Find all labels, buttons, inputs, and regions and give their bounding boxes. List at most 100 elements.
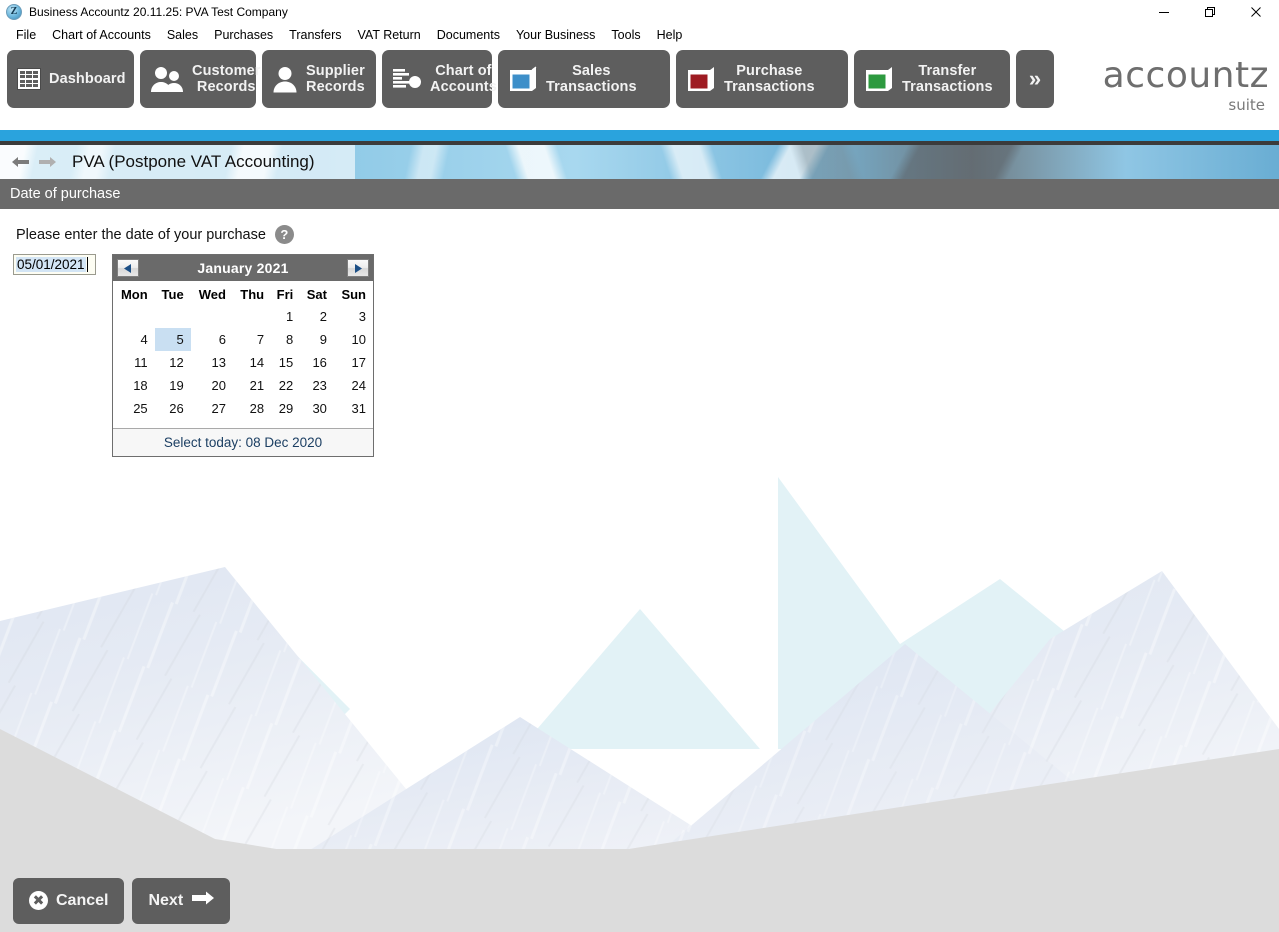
calendar-next-month-button[interactable] — [347, 259, 369, 277]
toolbar-label-customer-records: Customer Records — [192, 62, 261, 95]
calendar-day-cell[interactable]: 4 — [113, 328, 155, 351]
toolbar-button-sales-transactions[interactable]: Sales Transactions — [498, 50, 670, 108]
toolbar-label-dashboard: Dashboard — [49, 70, 126, 87]
prompt-label: Please enter the date of your purchase — [16, 226, 266, 243]
calendar-today-label: Select today: 08 Dec 2020 — [163, 435, 323, 450]
arrow-left-icon[interactable] — [12, 154, 30, 170]
calendar-day-cell-selected[interactable]: 5 — [154, 328, 191, 351]
calendar-day-cell[interactable]: 28 — [233, 397, 271, 420]
calendar-grid: Mon Tue Wed Thu Fri Sat Sun 1 2 3 4 5 6 … — [113, 283, 373, 420]
restore-icon[interactable] — [1187, 0, 1233, 24]
toolbar-label-sales-transactions: Sales Transactions — [546, 62, 637, 95]
menu-item-transfers[interactable]: Transfers — [281, 26, 349, 44]
calendar-day-cell[interactable]: 10 — [334, 328, 373, 351]
calendar-day-cell[interactable]: 22 — [271, 374, 300, 397]
calendar-day-cell[interactable]: 17 — [334, 351, 373, 374]
calendar-week-row: 4 5 6 7 8 9 10 — [113, 328, 373, 351]
calendar-day-cell[interactable]: 27 — [191, 397, 233, 420]
calendar-day-cell[interactable] — [155, 305, 191, 328]
toolbar-button-customer-records[interactable]: Customer Records — [140, 50, 260, 108]
calendar-weekday: Tue — [161, 287, 184, 302]
calendar-prev-month-button[interactable] — [117, 259, 139, 277]
toolbar-button-chart-of-accounts[interactable]: Chart of Accounts — [382, 50, 497, 108]
calendar-week-row: 25 26 27 28 29 30 31 — [113, 397, 373, 420]
calendar-day-cell[interactable]: 19 — [155, 374, 191, 397]
calendar-day-cell[interactable]: 16 — [300, 351, 334, 374]
toolbar-button-supplier-records[interactable]: Supplier Records — [262, 50, 376, 108]
section-title: Date of purchase — [10, 186, 121, 202]
toolbar-label-supplier-records: Supplier Records — [306, 62, 365, 95]
calendar-day-cell[interactable]: 3 — [334, 305, 373, 328]
calendar-day-cell[interactable]: 23 — [300, 374, 334, 397]
logo-wordmark: accountz — [1102, 55, 1269, 96]
calendar-day-cell[interactable]: 30 — [300, 397, 334, 420]
calendar-day-cell[interactable]: 15 — [271, 351, 300, 374]
next-button[interactable]: Next — [132, 877, 231, 924]
question-mark-icon[interactable]: ? — [274, 225, 294, 244]
two-people-icon — [150, 65, 184, 93]
toolbar-button-transfer-transactions[interactable]: Transfer Transactions — [854, 50, 1010, 108]
toolbar-button-purchase-transactions[interactable]: Purchase Transactions — [676, 50, 848, 108]
calendar-day-cell[interactable] — [191, 305, 233, 328]
calendar-today-row[interactable]: Select today: 08 Dec 2020 — [113, 428, 373, 456]
menu-item-help[interactable]: Help — [649, 26, 691, 44]
calendar-weekday: Sat — [306, 287, 327, 302]
calendar-day-cell[interactable]: 20 — [191, 374, 233, 397]
menu-item-file[interactable]: File — [8, 26, 44, 44]
text-caret — [86, 257, 88, 272]
calendar-day-cell[interactable]: 1 — [271, 305, 300, 328]
calendar-day-cell[interactable]: 13 — [191, 351, 233, 374]
grid-dashboard-icon — [17, 68, 41, 90]
menu-item-vat-return[interactable]: VAT Return — [350, 26, 429, 44]
accent-band — [0, 130, 1279, 141]
x-circle-icon: ✖ — [29, 891, 48, 910]
cancel-button[interactable]: ✖ Cancel — [13, 877, 125, 924]
menu-bar: File Chart of Accounts Sales Purchases T… — [0, 24, 1279, 45]
calendar-day-cell[interactable]: 8 — [271, 328, 300, 351]
minimize-icon[interactable] — [1141, 0, 1187, 24]
calendar-day-cell[interactable]: 21 — [233, 374, 271, 397]
menu-item-your-business[interactable]: Your Business — [508, 26, 603, 44]
menu-item-documents[interactable]: Documents — [429, 26, 508, 44]
menu-item-chart-of-accounts[interactable]: Chart of Accounts — [44, 26, 159, 44]
calendar-day-cell[interactable]: 25 — [113, 397, 155, 420]
calendar-day-cell[interactable]: 6 — [191, 328, 233, 351]
calendar-week-row: 18 19 20 21 22 23 24 — [113, 374, 373, 397]
toolbar-overflow-chevron-icon[interactable]: » — [1016, 50, 1054, 108]
close-icon[interactable] — [1233, 0, 1279, 24]
calendar-day-cell[interactable]: 12 — [155, 351, 191, 374]
calendar-day-cell[interactable]: 26 — [155, 397, 191, 420]
date-input[interactable]: 05/01/2021 — [13, 254, 96, 275]
calendar-day-cell[interactable]: 29 — [271, 397, 300, 420]
app-icon: Z — [6, 3, 22, 20]
cancel-button-label: Cancel — [56, 891, 109, 909]
calendar-weekday: Sun — [341, 287, 366, 302]
menu-item-sales[interactable]: Sales — [159, 26, 206, 44]
window-title: Business Accountz 20.11.25: PVA Test Com… — [29, 4, 288, 19]
main-toolbar: Dashboard Customer Records Supplier Reco… — [0, 50, 1279, 130]
calendar-day-cell[interactable] — [113, 305, 155, 328]
page-header: PVA (Postpone VAT Accounting) — [0, 145, 1279, 179]
arrow-right-icon — [192, 890, 215, 911]
calendar-day-cell[interactable]: 14 — [233, 351, 271, 374]
calendar-header: January 2021 — [113, 255, 373, 281]
toolbar-button-dashboard[interactable]: Dashboard — [7, 50, 134, 108]
toolbar-label-purchase-transactions: Purchase Transactions — [724, 62, 815, 95]
calendar-day-cell[interactable] — [233, 305, 271, 328]
calendar-weekday: Fri — [276, 287, 294, 302]
calendar-day-cell[interactable]: 24 — [334, 374, 373, 397]
calendar-day-cell[interactable]: 31 — [334, 397, 373, 420]
calendar-day-cell[interactable]: 11 — [113, 351, 155, 374]
calendar-day-cell[interactable]: 2 — [300, 305, 334, 328]
bar-chart-pie-icon — [392, 66, 422, 92]
calendar-day-cell[interactable]: 9 — [300, 328, 334, 351]
calendar-day-cell[interactable]: 18 — [113, 374, 155, 397]
title-bar: Z Business Accountz 20.11.25: PVA Test C… — [0, 0, 1279, 24]
menu-item-tools[interactable]: Tools — [603, 26, 648, 44]
calendar-day-cell[interactable]: 7 — [233, 328, 271, 351]
date-picker-calendar[interactable]: January 2021 Mon Tue Wed Thu Fri Sat Sun… — [112, 254, 374, 457]
page-title-plate: PVA (Postpone VAT Accounting) — [0, 145, 355, 179]
arrow-right-icon[interactable] — [38, 154, 56, 170]
calendar-month-title: January 2021 — [197, 260, 289, 276]
menu-item-purchases[interactable]: Purchases — [206, 26, 281, 44]
